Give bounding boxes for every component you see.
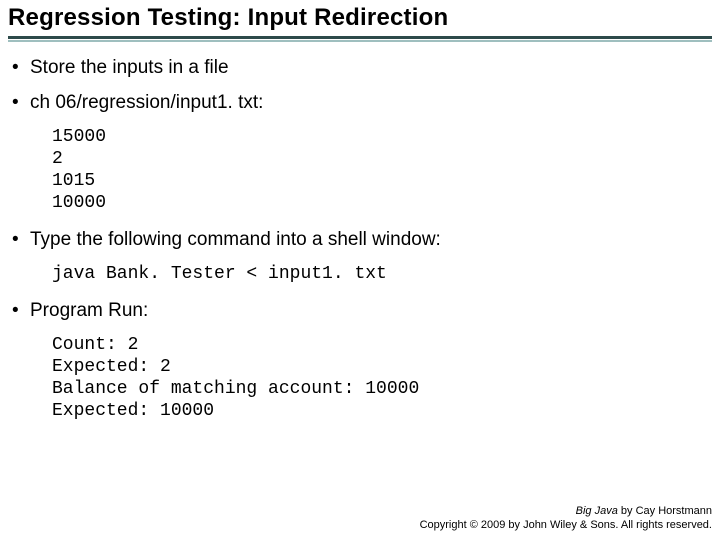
bullet-dot-icon: •: [12, 56, 30, 79]
bullet-text: Type the following command into a shell …: [30, 228, 441, 251]
title-rule-dark: [8, 36, 712, 39]
footer-book-title: Big Java: [576, 505, 618, 517]
bullet-dot-icon: •: [12, 299, 30, 322]
bullet-text: Program Run:: [30, 299, 148, 322]
code-block-input-file: 15000 2 1015 10000: [52, 126, 708, 214]
bullet-item: • Store the inputs in a file: [12, 56, 708, 79]
bullet-item: • Program Run:: [12, 299, 708, 322]
bullet-text: Store the inputs in a file: [30, 56, 229, 79]
bullet-item: • Type the following command into a shel…: [12, 228, 708, 251]
code-block-command: java Bank. Tester < input1. txt: [52, 263, 708, 285]
footer-author: by Cay Horstmann: [618, 505, 712, 517]
bullet-text: ch 06/regression/input1. txt:: [30, 91, 263, 114]
footer: Big Java by Cay Horstmann Copyright © 20…: [420, 504, 712, 532]
slide-title: Regression Testing: Input Redirection: [8, 4, 712, 32]
bullet-dot-icon: •: [12, 91, 30, 114]
title-rule-light: [8, 40, 712, 42]
bullet-item: • ch 06/regression/input1. txt:: [12, 91, 708, 114]
footer-line-1: Big Java by Cay Horstmann: [420, 504, 712, 518]
slide: Regression Testing: Input Redirection • …: [0, 0, 720, 540]
footer-copyright: Copyright © 2009 by John Wiley & Sons. A…: [420, 518, 712, 532]
code-block-output: Count: 2 Expected: 2 Balance of matching…: [52, 334, 708, 422]
bullet-dot-icon: •: [12, 228, 30, 251]
content-area: • Store the inputs in a file • ch 06/reg…: [8, 56, 712, 422]
